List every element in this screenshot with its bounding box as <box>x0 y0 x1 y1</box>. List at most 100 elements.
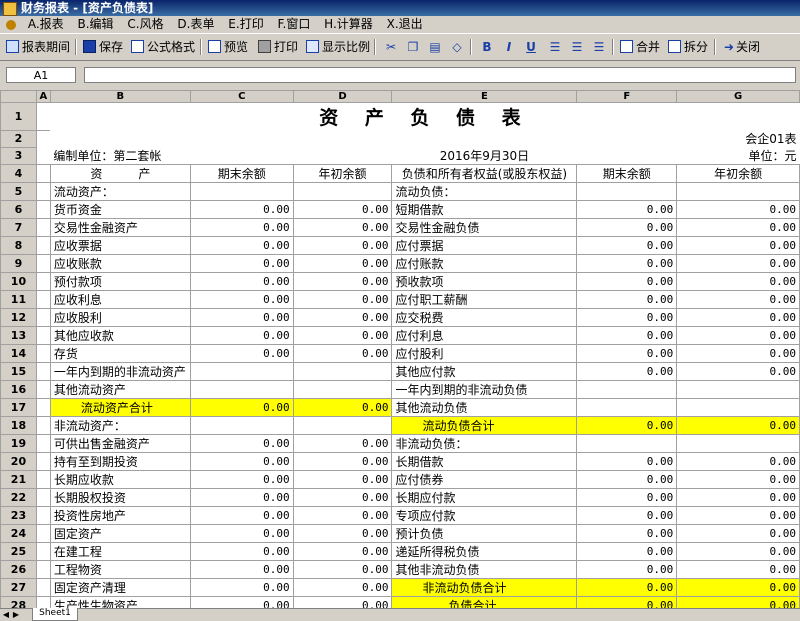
column-header-e[interactable]: E <box>391 90 578 103</box>
row-header[interactable]: 26 <box>0 560 37 579</box>
cell[interactable] <box>35 470 51 489</box>
cell[interactable] <box>35 488 51 507</box>
cell[interactable] <box>35 398 51 417</box>
asset-begin-balance[interactable]: 0.00 <box>292 596 393 608</box>
row-header[interactable]: 1 <box>0 102 37 131</box>
asset-begin-balance[interactable] <box>292 380 393 399</box>
liability-end-balance[interactable] <box>576 182 678 201</box>
asset-begin-balance[interactable]: 0.00 <box>292 488 393 507</box>
report-unit[interactable]: 单位：元 <box>677 147 800 165</box>
menu-exit[interactable]: X.退出 <box>382 16 428 32</box>
asset-item-label[interactable]: 长期股权投资 <box>49 488 191 507</box>
asset-begin-balance[interactable]: 0.00 <box>292 470 393 489</box>
row-header[interactable]: 2 <box>0 129 37 148</box>
liability-item-label[interactable]: 应付利息 <box>391 326 578 345</box>
asset-item-label[interactable]: 应收利息 <box>49 290 191 309</box>
liability-item-label[interactable]: 一年内到期的非流动负债 <box>391 380 578 399</box>
cell[interactable] <box>35 578 51 597</box>
asset-item-label[interactable]: 交易性金融资产 <box>49 218 191 237</box>
header-asset[interactable]: 资 产 <box>49 164 191 183</box>
row-header[interactable]: 9 <box>0 254 37 273</box>
liability-item-label[interactable]: 应付账款 <box>391 254 578 273</box>
liability-end-balance[interactable] <box>576 398 678 417</box>
cell[interactable] <box>35 380 51 399</box>
asset-end-balance[interactable]: 0.00 <box>189 506 294 525</box>
asset-end-balance[interactable] <box>189 362 294 381</box>
liability-begin-balance[interactable]: 0.00 <box>676 542 800 561</box>
report-code[interactable]: 会企01表 <box>677 130 800 147</box>
row-header[interactable]: 15 <box>0 362 37 381</box>
menu-calculator[interactable]: H.计算器 <box>319 16 378 32</box>
display-ratio-button[interactable]: 显示比例 <box>306 38 370 56</box>
corner-cell[interactable] <box>0 90 37 103</box>
liability-begin-balance[interactable] <box>676 434 800 453</box>
asset-begin-balance[interactable]: 0.00 <box>292 524 393 543</box>
cell[interactable] <box>35 416 51 435</box>
liability-item-label[interactable]: 应付债券 <box>391 470 578 489</box>
cell[interactable] <box>577 147 677 165</box>
liability-item-label[interactable]: 流动负债合计 <box>391 416 578 435</box>
asset-end-balance[interactable]: 0.00 <box>189 434 294 453</box>
asset-item-label[interactable]: 非流动资产： <box>49 416 191 435</box>
cell[interactable] <box>35 362 51 381</box>
row-header[interactable]: 16 <box>0 380 37 399</box>
asset-end-balance[interactable]: 0.00 <box>189 524 294 543</box>
liability-begin-balance[interactable]: 0.00 <box>676 344 800 363</box>
asset-begin-balance[interactable]: 0.00 <box>292 506 393 525</box>
asset-item-label[interactable]: 其他流动资产 <box>49 380 191 399</box>
asset-end-balance[interactable]: 0.00 <box>189 452 294 471</box>
asset-end-balance[interactable] <box>189 380 294 399</box>
liability-begin-balance[interactable]: 0.00 <box>676 560 800 579</box>
asset-item-label[interactable]: 可供出售金融资产 <box>49 434 191 453</box>
row-header[interactable]: 25 <box>0 542 37 561</box>
cell[interactable] <box>35 452 51 471</box>
asset-item-label[interactable]: 流动资产合计 <box>49 398 191 417</box>
asset-begin-balance[interactable]: 0.00 <box>292 398 393 417</box>
column-header-g[interactable]: G <box>676 90 800 103</box>
asset-end-balance[interactable]: 0.00 <box>189 578 294 597</box>
liability-end-balance[interactable] <box>576 380 678 399</box>
asset-item-label[interactable]: 预付款项 <box>49 272 191 291</box>
column-header-c[interactable]: C <box>189 90 294 103</box>
asset-item-label[interactable]: 投资性房地产 <box>49 506 191 525</box>
underline-button[interactable]: U <box>524 38 538 56</box>
cell[interactable] <box>35 560 51 579</box>
liability-begin-balance[interactable]: 0.00 <box>676 470 800 489</box>
liability-end-balance[interactable]: 0.00 <box>576 560 678 579</box>
asset-item-label[interactable]: 固定资产清理 <box>49 578 191 597</box>
liability-begin-balance[interactable]: 0.00 <box>676 524 800 543</box>
liability-begin-balance[interactable]: 0.00 <box>676 596 800 608</box>
liability-item-label[interactable]: 短期借款 <box>391 200 578 219</box>
cell[interactable] <box>35 308 51 327</box>
asset-item-label[interactable]: 长期应收款 <box>49 470 191 489</box>
print-button[interactable]: 打印 <box>258 38 298 56</box>
liability-begin-balance[interactable]: 0.00 <box>676 254 800 273</box>
asset-end-balance[interactable]: 0.00 <box>189 542 294 561</box>
header-end-balance-2[interactable]: 期末余额 <box>576 164 678 183</box>
formula-format-button[interactable]: 公式格式 <box>131 38 195 56</box>
liability-item-label[interactable]: 非流动负债： <box>391 434 578 453</box>
menu-style[interactable]: C.风格 <box>122 16 168 32</box>
asset-item-label[interactable]: 在建工程 <box>49 542 191 561</box>
row-header[interactable]: 13 <box>0 326 37 345</box>
row-header[interactable]: 22 <box>0 488 37 507</box>
header-begin-balance[interactable]: 年初余额 <box>292 164 393 183</box>
row-header[interactable]: 10 <box>0 272 37 291</box>
asset-begin-balance[interactable]: 0.00 <box>292 542 393 561</box>
report-date[interactable]: 2016年9月30日 <box>392 147 577 165</box>
cell[interactable] <box>35 272 51 291</box>
cell[interactable] <box>36 130 676 147</box>
row-header[interactable]: 19 <box>0 434 37 453</box>
asset-begin-balance[interactable] <box>292 416 393 435</box>
column-header-a[interactable]: A <box>35 90 51 103</box>
align-right-button[interactable]: ☰ <box>592 38 606 56</box>
report-org[interactable]: 编制单位：第二套帐 <box>50 147 293 165</box>
row-header[interactable]: 8 <box>0 236 37 255</box>
asset-begin-balance[interactable]: 0.00 <box>292 578 393 597</box>
liability-end-balance[interactable]: 0.00 <box>576 254 678 273</box>
asset-begin-balance[interactable]: 0.00 <box>292 236 393 255</box>
asset-begin-balance[interactable]: 0.00 <box>292 344 393 363</box>
liability-begin-balance[interactable]: 0.00 <box>676 506 800 525</box>
row-header[interactable]: 3 <box>0 146 37 165</box>
cell[interactable] <box>36 147 50 165</box>
